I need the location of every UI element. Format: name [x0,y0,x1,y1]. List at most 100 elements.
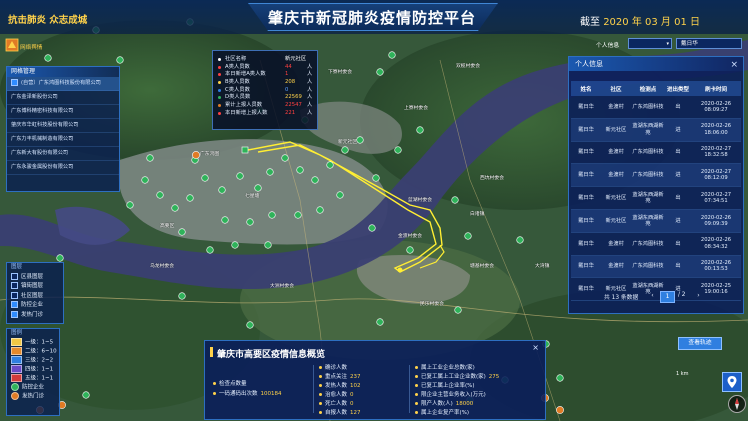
close-icon[interactable]: × [730,58,738,72]
enterprise-pin [266,168,274,176]
enterprise-pin [218,186,226,194]
bullet-icon [319,375,322,378]
column-header: 进出类型 [665,81,691,96]
popup-row: 累计上报人员数 22547 人 [213,102,317,110]
column-header: 社区 [601,81,631,96]
enterprise-pin [44,54,52,62]
legend-item: 防控企业 [7,383,59,392]
view-track-button[interactable]: 查看轨迹 [678,337,722,350]
popup-row: 本日新增上报人数 221 人 [213,110,317,118]
popup-row: B类人员数 208 人 [213,79,317,87]
map-label: 新元社区 [338,140,358,145]
company-item[interactable]: 广东博科精密科技有限公司 [7,105,119,119]
bullet-icon [218,65,221,69]
person-record-table: 姓名 社区 检测点 进出类型 刷卡时间 戴日华 金渡村 广东鸿图科技出 2020-02… [571,81,741,302]
enterprise-pin [294,211,302,219]
company-item[interactable]: (自营）广东鸿图科技股份有限公司 [7,77,119,91]
map-label: 西坑村委会 [480,176,504,181]
bullet-icon [319,384,322,387]
overview-stat: 死亡人数 0 [319,399,354,407]
map-label: 塘基村委会 [470,264,494,269]
table-row[interactable]: 戴日华 金渡村 广东鸿图科技出 2020-02-27 18:32:58 [571,141,741,165]
enterprise-pin [231,241,239,249]
map-label: 蓝湖村委会 [408,198,432,203]
locate-button[interactable] [722,372,742,392]
overview-stat: 已复工属上企业率(%) [415,381,478,389]
enterprise-pin [376,68,384,76]
prev-page-button[interactable]: ‹ [646,291,659,301]
enterprise-pin [416,126,424,134]
checkbox-icon[interactable] [11,291,18,299]
enterprise-pin [116,56,124,64]
layer-toggle[interactable]: 社区图层 [7,291,63,302]
table-row[interactable]: 戴日华 新元社区 蓝湖东西湖新苑进 2020-02-26 09:09:39 [571,209,741,233]
enterprise-pin [406,246,414,254]
checkbox-icon[interactable] [11,79,18,86]
bullet-icon [319,366,322,369]
company-item[interactable]: 广东力丰机械制造有限公司 [7,133,119,147]
community-popup: 社区名称 新元社区 A类人员数 44 人 本日新增A类人数 1 人 B类人员数 … [212,50,318,130]
date-display: 截至 2020 年 03 月 01 日 [580,13,700,28]
company-item[interactable]: 广东金泽新股份公司 [7,91,119,105]
enterprise-pin [156,191,164,199]
person-search-input[interactable]: 戴日华 [676,38,742,49]
enterprise-pin [254,184,262,192]
overview-stat: 限企业主营业务收入(万元) [415,390,489,398]
pagination-summary: 共 13 条数据 [604,295,639,301]
date-value: 2020 年 03 月 01 日 [603,17,700,28]
search-type-select[interactable]: ▾ [628,38,672,49]
table-row[interactable]: 戴日华 金渡村 广东鸿图科技出 2020-02-26 08:34:32 [571,232,741,256]
map-label: 大湾镇 [535,264,550,269]
overview-stat: 限产人数(人) 18000 [415,399,473,407]
enterprise-pin [454,306,462,314]
overview-stat: 属上企业复产率(%) [415,408,472,416]
layer-toggle[interactable]: 区县图层 [7,272,63,283]
company-item[interactable]: 广东新大有股份有限公司 [7,147,119,161]
popup-row: 社区名称 新元社区 [213,56,317,64]
checkbox-icon[interactable] [11,282,18,289]
bullet-icon [213,392,216,395]
enterprise-pin [341,146,349,154]
enterprise-pin [296,166,304,174]
table-row[interactable]: 戴日华 新元社区 蓝湖东西湖新苑出 2020-02-27 07:34:51 [571,186,741,210]
pagination-total: / 2 [678,292,686,298]
table-row[interactable]: 戴日华 金渡村 广东鸿图科技出 2020-02-26 08:09:27 [571,96,741,119]
enterprise-pin [126,201,134,209]
table-row[interactable]: 戴日华 新元社区 蓝湖东西湖新苑进 2020-02-26 18:06:00 [571,118,741,142]
enterprise-pin [141,176,149,184]
next-page-button[interactable]: › [692,291,705,301]
table-row[interactable]: 戴日华 金渡村 广东鸿图科技出 2020-02-26 00:13:53 [571,255,741,279]
legend-item: 一级：1~5 [7,338,59,347]
map-scale: 1 km [676,371,689,377]
map-label: 乌龙村委会 [150,264,174,269]
track-start-marker [241,146,249,154]
layer-toggle[interactable]: 防控企业 [7,301,63,311]
enterprise-pin [281,154,289,162]
table-row[interactable]: 戴日华 金渡村 广东鸿图科技进 2020-02-27 08:12:09 [571,163,741,188]
company-item[interactable]: 广东永骏金属股份有限公司 [7,161,119,175]
bullet-icon [415,402,418,405]
checkbox-icon[interactable] [11,301,18,308]
layer-toggle[interactable]: 发热门诊 [7,310,63,321]
page-title: 肇庆市新冠肺炎疫情防控平台 [267,9,476,27]
enterprise-pin [186,194,194,202]
overview-stat: 自报人数 127 [319,408,361,416]
map-label: 七星塘 [245,194,260,199]
enterprise-pin [268,211,276,219]
map-label: 白诸镇 [470,212,485,217]
checkbox-icon[interactable] [11,310,18,318]
map-label: 金渡村委会 [398,234,422,239]
column-header: 姓名 [571,81,601,96]
bullet-icon [319,393,322,396]
bullet-icon [415,366,418,369]
column-header: 刷卡时间 [691,81,741,96]
compass-icon[interactable] [728,395,746,413]
enterprise-pin [388,51,396,59]
date-prefix: 截至 [580,17,600,28]
map-label: 民乐村委会 [420,302,444,307]
current-page-button[interactable]: 1 [660,291,675,303]
company-item[interactable]: 肇庆市华虹科技股份有限公司 [7,119,119,133]
checkbox-icon[interactable] [11,272,18,280]
layer-toggle[interactable]: 镇街图层 [7,282,63,292]
close-icon[interactable]: × [532,343,539,352]
